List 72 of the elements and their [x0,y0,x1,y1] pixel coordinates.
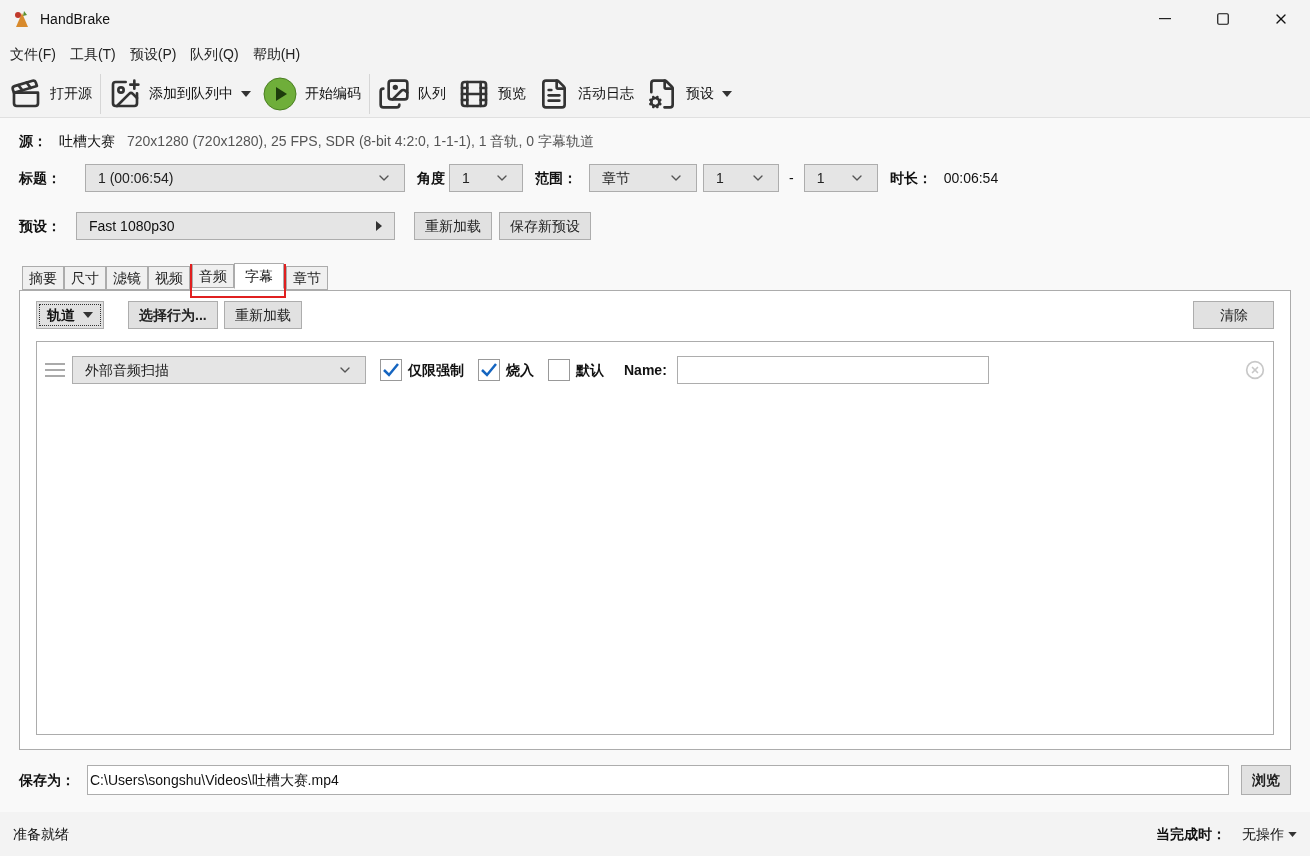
image-plus-icon [109,77,141,110]
tab[interactable]: 尺寸 [64,266,106,290]
menu-item[interactable]: 帮助(H) [252,43,301,65]
clapperboard-icon [10,77,42,110]
menu-item[interactable]: 文件(F) [10,43,56,65]
minimize-icon [1159,18,1171,20]
drag-handle-icon [45,363,65,377]
preset-selector[interactable]: Fast 1080p30 [76,212,395,240]
toolbar-button[interactable]: 队列 [378,73,458,114]
tab[interactable]: 字幕 [234,263,284,289]
checkbox[interactable] [380,359,402,381]
checkbox-label: 烧入 [506,360,534,380]
tab[interactable]: 滤镜 [106,266,148,290]
duration-label: 时长： [889,168,932,188]
tab[interactable]: 音频 [192,264,234,288]
menu-item[interactable]: 工具(T) [69,43,116,65]
checkbox[interactable] [548,359,570,381]
checkbox-label: 仅限强制 [408,360,464,380]
name-input-field[interactable] [676,356,989,384]
images-icon [378,77,410,110]
window-title: HandBrake [40,9,111,29]
tracks-button[interactable]: 轨道 [36,301,104,329]
checkbox[interactable] [478,359,500,381]
caret-right-icon [376,221,382,231]
track-dropdown[interactable]: 外部音频扫描 [72,356,366,384]
when-done-label: 当完成时： [1156,824,1226,844]
toolbar-button[interactable]: 开始编码 [263,73,370,114]
range-from-dropdown[interactable]: 1 [703,164,779,192]
when-done-dropdown[interactable]: 无操作 [1242,823,1297,845]
save-as-label: 保存为： [19,770,76,790]
checkmark-icon [383,363,399,377]
angle-dropdown[interactable]: 1 [449,164,523,192]
title-label: 标题： [19,168,62,188]
preset-button[interactable]: 保存新预设 [499,212,591,240]
source-info: 720x1280 (720x1280), 25 FPS, SDR (8-bit 4:2:0, 1-1-1), 1 音轨, 0 字幕轨道 [127,131,594,151]
reload-button[interactable]: 重新加载 [223,301,302,329]
checkmark-icon [481,363,497,377]
duration-value: 00:06:54 [943,168,999,188]
toolbar-button[interactable]: 打开源 [10,73,101,114]
save-path-field[interactable]: C:\Users\songshu\Videos\吐槽大赛.mp4 [87,765,1229,795]
name-label: Name: [624,360,667,380]
tab[interactable]: 章节 [286,266,328,290]
range-dropdown[interactable]: 章节 [589,164,697,192]
toolbar-button[interactable]: 活动日志 [538,73,646,114]
range-label: 范围： [535,168,577,188]
toolbar-button[interactable]: 预设 [646,73,744,114]
clear-button[interactable]: 清除 [1193,301,1274,329]
toolbar-button[interactable]: 预览 [458,73,538,114]
play-icon [263,76,297,111]
preset-label: 预设： [19,216,62,236]
source-label: 源： [19,131,47,151]
toolbar-button[interactable]: 添加到队列中 [109,73,263,114]
status-text: 准备就绪 [13,824,69,844]
tab[interactable]: 摘要 [22,266,64,290]
caret-icon [1288,831,1297,837]
remove-icon[interactable] [1245,360,1265,380]
range-to-dropdown[interactable]: 1 [803,164,878,192]
browse-button[interactable]: 浏览 [1241,765,1291,795]
choose-behavior-button[interactable]: 选择行为... [128,301,218,329]
caret-icon [722,90,732,97]
checkbox-label: 默认 [576,360,604,380]
caret-icon [241,90,251,97]
menu-item[interactable]: 队列(Q) [190,43,239,65]
angle-label: 角度 [417,168,445,188]
menu-item[interactable]: 预设(P) [129,43,177,65]
title-dropdown[interactable]: 1 (00:06:54) [85,164,405,192]
preset-button[interactable]: 重新加载 [414,212,492,240]
source-name: 吐槽大赛 [59,131,115,151]
caret-icon [83,312,93,318]
tab[interactable]: 视频 [148,266,190,290]
maximize-icon [1216,12,1230,26]
range-separator: - [789,168,794,188]
